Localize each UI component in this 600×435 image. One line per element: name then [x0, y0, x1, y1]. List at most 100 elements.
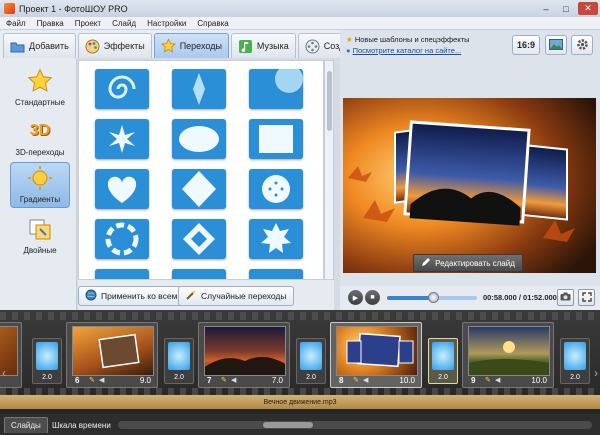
- menu-help[interactable]: Справка: [197, 19, 228, 28]
- transition-thumbnail: [168, 342, 190, 370]
- seek-bar[interactable]: [387, 292, 477, 303]
- transition-thumb[interactable]: [172, 219, 226, 259]
- scroll-right-icon[interactable]: ›: [594, 366, 598, 380]
- main-tabs: Добавить Эффекты Переходы Музыка Создать: [0, 30, 365, 58]
- tab-music-label: Музыка: [256, 41, 289, 51]
- tab-add[interactable]: Добавить: [3, 33, 76, 58]
- category-standard[interactable]: Стандартные: [10, 64, 70, 110]
- transitions-grid: [78, 60, 324, 280]
- tab-transitions[interactable]: Переходы: [153, 33, 229, 58]
- play-button[interactable]: ▶: [348, 290, 363, 305]
- category-gradients-label: Градиенты: [19, 195, 61, 204]
- transition-thumb[interactable]: [249, 69, 303, 109]
- play-icon: ▶: [352, 294, 359, 302]
- menu-slide[interactable]: Слайд: [112, 19, 136, 28]
- category-double[interactable]: Двойные: [10, 212, 70, 258]
- transition-thumb[interactable]: [249, 269, 303, 279]
- scroll-left-icon[interactable]: ‹: [2, 366, 6, 380]
- transition-duration: 2.0: [438, 374, 448, 381]
- star-icon: [160, 38, 176, 54]
- menu-settings[interactable]: Настройки: [147, 19, 186, 28]
- menu-edit[interactable]: Правка: [37, 19, 64, 28]
- transition-thumbnail: [432, 342, 454, 370]
- fullscreen-button[interactable]: [578, 289, 595, 306]
- category-gradients[interactable]: Градиенты: [10, 162, 70, 208]
- category-double-label: Двойные: [23, 246, 57, 255]
- transition-duration: 2.0: [570, 374, 580, 381]
- audio-track[interactable]: Вечное движение.mp3: [0, 395, 600, 409]
- transition-thumb[interactable]: [95, 169, 149, 209]
- transition-duration: 2.0: [306, 374, 316, 381]
- transition-thumb[interactable]: [95, 269, 149, 279]
- tab-music[interactable]: Музыка: [230, 33, 296, 58]
- star-icon: ★: [346, 35, 353, 44]
- timeline-scrollbar-thumb[interactable]: [263, 422, 313, 428]
- slide-item[interactable]: 7 ✎ ◀ 7.0: [198, 322, 290, 388]
- film-sprockets: [0, 312, 600, 320]
- grid-scrollbar-thumb[interactable]: [327, 71, 332, 131]
- pencil-icon: ✎: [485, 377, 491, 384]
- transition-thumb[interactable]: [172, 269, 226, 279]
- menu-file[interactable]: Файл: [6, 19, 26, 28]
- palette-icon: [85, 39, 100, 54]
- transition-thumb[interactable]: [95, 69, 149, 109]
- tab-effects[interactable]: Эффекты: [77, 33, 152, 58]
- fullscreen-icon: [581, 291, 592, 304]
- transition-item[interactable]: 2.0: [296, 338, 326, 384]
- menu-project[interactable]: Проект: [75, 19, 101, 28]
- tab-add-label: Добавить: [29, 41, 69, 51]
- slide-number: 7: [207, 376, 212, 385]
- transition-item[interactable]: 2.0: [164, 338, 194, 384]
- random-transitions-button[interactable]: Случайные переходы: [178, 286, 294, 306]
- seek-handle[interactable]: [427, 292, 439, 303]
- slide-thumbnail: [468, 326, 550, 376]
- player-controls: ▶ ■ 00:58.000 / 01:52.000: [340, 286, 600, 310]
- transition-thumbnail: [300, 342, 322, 370]
- maximize-button[interactable]: □: [556, 2, 576, 15]
- edit-slide-button[interactable]: Редактировать слайд: [413, 254, 523, 272]
- edit-slide-label: Редактировать слайд: [435, 258, 515, 268]
- slide-item-selected[interactable]: 8 ✎ ◀ 10.0: [330, 322, 422, 388]
- slide-item[interactable]: 9 ✎ ◀ 10.0: [462, 322, 554, 388]
- sun-icon: [27, 165, 53, 191]
- slide-timeline: 2.0 6 ✎ ◀ 9.0 2.0 7 ✎ ◀ 7.0 2.0 8 ✎ ◀ 10…: [0, 310, 600, 414]
- slide-thumbnail: [72, 326, 154, 376]
- image-button[interactable]: [545, 35, 567, 55]
- close-button[interactable]: ✕: [578, 2, 598, 15]
- settings-button[interactable]: [571, 35, 593, 55]
- 3d-icon: 3D: [29, 122, 51, 139]
- transition-duration: 2.0: [42, 374, 52, 381]
- globe-icon: ●: [346, 46, 351, 55]
- tab-timeline-scale[interactable]: Шкала времени: [46, 417, 117, 433]
- transition-thumb[interactable]: [249, 119, 303, 159]
- transition-thumb[interactable]: [249, 169, 303, 209]
- tab-slides[interactable]: Слайды: [4, 417, 48, 433]
- transition-item[interactable]: 2.0: [560, 338, 590, 384]
- apply-to-all-button[interactable]: Применить ко всем: [78, 286, 185, 306]
- transition-thumb[interactable]: [95, 219, 149, 259]
- gear-icon: [576, 38, 589, 53]
- snapshot-button[interactable]: [557, 289, 574, 306]
- transition-item-selected[interactable]: 2.0: [428, 338, 458, 384]
- transition-thumb[interactable]: [172, 69, 226, 109]
- slide-duration: 10.0: [399, 376, 415, 385]
- timeline-scrollbar[interactable]: [118, 421, 592, 429]
- category-3d[interactable]: 3D 3D-переходы: [10, 114, 70, 160]
- pencil-icon: ✎: [89, 377, 95, 384]
- catalog-link[interactable]: Посмотрите каталог на сайте...: [353, 46, 462, 55]
- film-reel-icon: [305, 39, 320, 54]
- minimize-button[interactable]: –: [536, 2, 556, 15]
- aspect-ratio-button[interactable]: 16:9: [512, 35, 540, 55]
- stop-button[interactable]: ■: [365, 290, 380, 305]
- transition-thumb[interactable]: [172, 119, 226, 159]
- transition-thumb[interactable]: [249, 219, 303, 259]
- transition-thumb[interactable]: [172, 169, 226, 209]
- slide-item[interactable]: 6 ✎ ◀ 9.0: [66, 322, 158, 388]
- slide-thumbnail: [336, 326, 418, 376]
- timecode: 00:58.000 / 01:52.000: [483, 293, 557, 302]
- grid-scrollbar[interactable]: [324, 60, 334, 280]
- slide-number: 9: [471, 376, 476, 385]
- transition-thumb[interactable]: [95, 119, 149, 159]
- app-icon: [4, 3, 15, 14]
- transition-item[interactable]: 2.0: [32, 338, 62, 384]
